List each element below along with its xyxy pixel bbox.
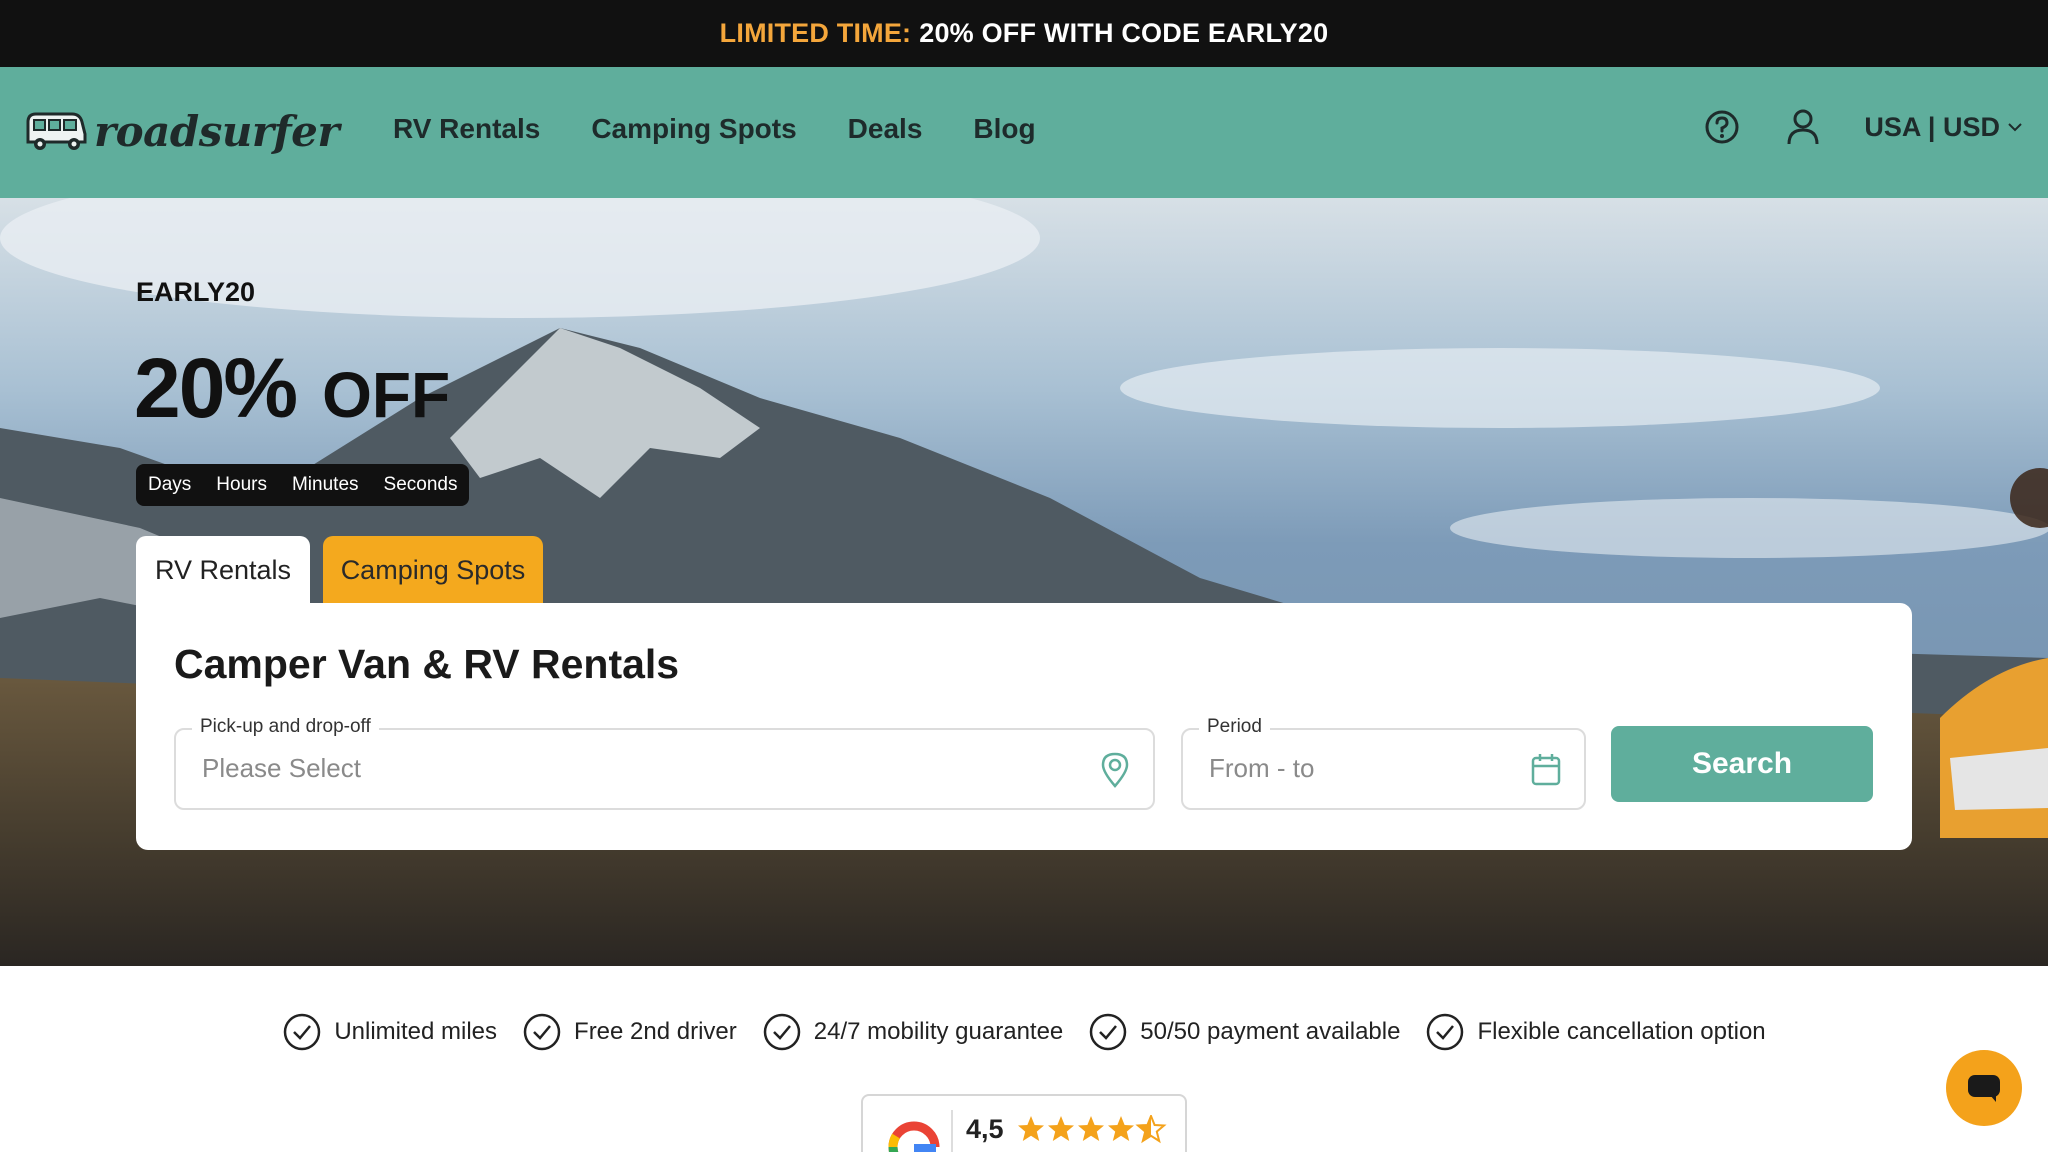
logo-text: roadsurfer [94,106,339,156]
period-label: Period [1199,716,1270,738]
nav-camping-spots[interactable]: Camping Spots [591,113,796,145]
feature-label: 50/50 payment available [1140,1018,1401,1045]
feature-item: Unlimited miles [282,1012,497,1052]
search-button[interactable]: Search [1611,726,1873,802]
countdown-minutes: Minutes [291,474,359,495]
logo[interactable]: roadsurfer [24,101,339,161]
promo-accent: LIMITED TIME: [719,18,912,48]
check-circle-icon [284,1013,321,1051]
pickup-label: Pick-up and drop-off [192,716,379,738]
tab-camping-spots[interactable]: Camping Spots [323,536,543,604]
tab-rv-rentals[interactable]: RV Rentals [136,536,310,604]
help-icon[interactable] [1702,107,1742,147]
nav-rv-rentals[interactable]: RV Rentals [393,113,540,145]
nav-blog[interactable]: Blog [973,113,1035,145]
promo-code: EARLY20 [136,277,256,307]
countdown-hours: Hours [216,474,267,495]
search-card-title: Camper Van & RV Rentals [174,641,680,687]
main-nav: RV Rentals Camping Spots Deals Blog [393,113,1087,145]
feature-list: Unlimited miles Free 2nd driver 24/7 mob… [0,1012,2048,1052]
google-logo-icon [888,1121,940,1152]
countdown-timer: Days Hours Minutes Seconds [136,464,470,506]
feature-label: Flexible cancellation option [1477,1018,1766,1045]
chevron-down-icon [2008,123,2022,132]
star-rating-icon [1018,1115,1165,1142]
check-circle-icon [1090,1013,1127,1051]
feature-label: Free 2nd driver [574,1018,737,1045]
feature-item: 24/7 mobility guarantee [762,1012,1064,1052]
google-rating-badge[interactable]: 4,5 [861,1094,1187,1152]
discount-off: OFF [322,359,451,431]
chat-bubble-icon [1968,1075,2000,1102]
check-circle-icon [763,1013,801,1051]
countdown-seconds: Seconds [383,474,458,495]
promo-bar: LIMITED TIME: 20% OFF WITH CODE EARLY20 [0,0,2048,67]
calendar-icon [1531,754,1561,786]
nav-deals[interactable]: Deals [848,113,923,145]
feature-item: Flexible cancellation option [1425,1012,1766,1052]
user-icon[interactable] [1783,107,1823,147]
discount-percent: 20% [134,341,298,435]
locale-selector[interactable]: USA | USD [1864,112,2024,143]
chat-button[interactable] [1946,1050,2022,1126]
rating-divider [951,1110,953,1152]
pickup-input[interactable]: Please Select [202,753,361,784]
site-header: roadsurfer RV Rentals Camping Spots Deal… [0,67,2048,198]
feature-label: 24/7 mobility guarantee [813,1018,1064,1045]
promo-text: 20% OFF WITH CODE EARLY20 [919,18,1329,48]
period-field[interactable]: Period From - to [1181,716,1586,810]
check-circle-icon [1427,1013,1464,1051]
feature-item: 50/50 payment available [1088,1012,1400,1052]
check-circle-icon [523,1013,561,1051]
rating-value: 4,5 [966,1114,1004,1144]
feature-label: Unlimited miles [334,1018,498,1045]
hero-section: EARLY20 20% OFF Days Hours Minutes Secon… [0,198,2048,966]
locale-label: USA | USD [1864,111,2000,142]
search-card: Camper Van & RV Rentals Pick-up and drop… [136,603,1912,850]
location-pin-icon [1101,752,1129,788]
period-input[interactable]: From - to [1209,753,1314,784]
discount-headline: 20% OFF [134,340,450,437]
header-actions: USA | USD [1702,107,2024,147]
countdown-days: Days [148,474,192,495]
pickup-field[interactable]: Pick-up and drop-off Please Select [174,716,1155,810]
feature-item: Free 2nd driver [522,1012,737,1052]
van-logo-icon [26,112,87,150]
